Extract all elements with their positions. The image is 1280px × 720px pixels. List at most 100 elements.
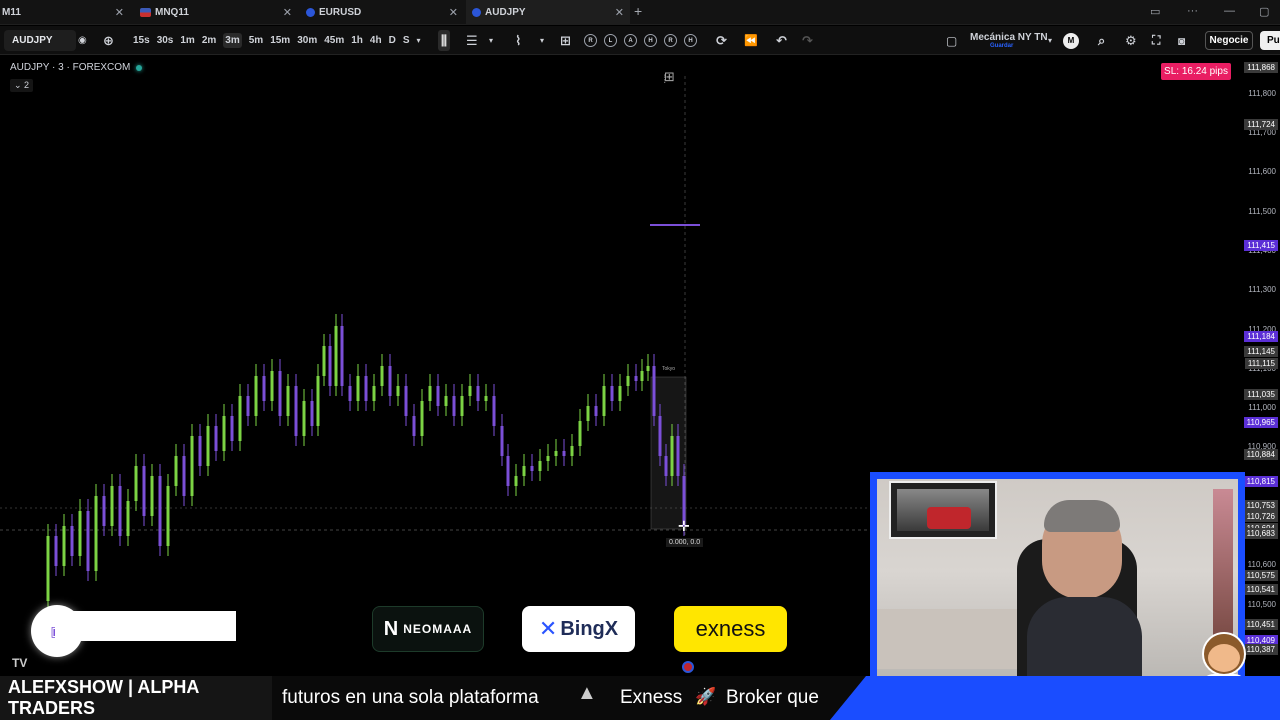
interval-5m[interactable]: 5m (249, 35, 263, 46)
chevron-down-icon[interactable]: ▾ (416, 36, 420, 45)
bear-candle (506, 456, 510, 486)
tab-m11[interactable]: M11 ✕ (0, 0, 130, 25)
interval-15s[interactable]: 15s (133, 35, 150, 46)
interval-1m[interactable]: 1m (180, 35, 194, 46)
price-label: 111,500 (1248, 206, 1276, 216)
publish-button[interactable]: Pu (1260, 31, 1280, 50)
tab-mnq11[interactable]: MNQ11 ✕ (134, 0, 298, 25)
replay-button-a[interactable]: A (624, 34, 637, 47)
price-tag: 110,726 (1243, 510, 1278, 522)
fullscreen-icon[interactable]: ⛶ (1152, 26, 1160, 55)
search-icon[interactable]: ⌕ (1098, 26, 1105, 55)
close-icon[interactable]: ✕ (283, 6, 292, 19)
bear-candle (102, 496, 106, 526)
chevron-down-icon[interactable]: ▾ (489, 26, 493, 55)
object-tree-icon[interactable]: ⊞ (664, 69, 675, 85)
interval-D[interactable]: D (389, 35, 396, 46)
bull-candle (46, 536, 50, 601)
ticker-text-2: Exness (620, 687, 683, 708)
undo-icon[interactable]: ↶ (776, 26, 787, 55)
layout-icon[interactable]: ▭ (1150, 5, 1160, 18)
bear-candle (328, 346, 332, 386)
templates-icon[interactable]: ⊞ (560, 26, 571, 55)
bull-candle (396, 386, 400, 396)
webcam-overlay (870, 472, 1245, 691)
interval-30m[interactable]: 30m (297, 35, 317, 46)
replay-button-l[interactable]: L (604, 34, 617, 47)
eye-icon[interactable]: ◉ (78, 26, 87, 55)
indicators-icon[interactable]: ⌇ (515, 26, 521, 55)
avatar[interactable]: M (1063, 26, 1079, 55)
bull-candle (554, 451, 558, 456)
chevron-down-icon[interactable]: ▾ (540, 26, 544, 55)
sponsor-neomaaa[interactable]: N NEOMAAA (372, 606, 484, 652)
bull-candle (322, 346, 326, 376)
tab-audjpy[interactable]: AUDJPY ✕ (466, 0, 630, 25)
tab-label: EURUSD (319, 7, 362, 18)
close-icon[interactable]: ✕ (115, 6, 124, 19)
layout-name[interactable]: Mecánica NY TN Guardar (970, 26, 1048, 55)
new-tab-icon[interactable]: + (634, 3, 642, 19)
bull-candle (206, 426, 210, 466)
chart-legend[interactable]: AUDJPY · 3 · FOREXCOM (10, 62, 143, 73)
session-box-label: Tokyo (662, 366, 676, 372)
symbol-search[interactable]: AUDJPY (4, 30, 76, 51)
plant (1213, 489, 1233, 639)
sponsor-exness[interactable]: exness (674, 606, 787, 652)
interval-45m[interactable]: 45m (324, 35, 344, 46)
bingx-logo-icon: ✕ (538, 616, 558, 641)
bear-candle (262, 376, 266, 401)
wall-picture (889, 481, 997, 539)
close-icon[interactable]: ✕ (615, 6, 624, 19)
more-icon[interactable]: ··· (1187, 5, 1198, 17)
price-tag: 110,815 (1243, 475, 1278, 487)
price-tag: 110,884 (1243, 448, 1278, 460)
bull-candle (270, 371, 274, 401)
tradingview-logo-icon[interactable]: TV (12, 656, 27, 670)
interval-3m[interactable]: 3m (223, 33, 242, 48)
camera-icon[interactable]: ◙ (1178, 26, 1185, 55)
sofa (877, 609, 1037, 669)
minimize-icon[interactable]: — (1224, 5, 1235, 17)
chart-type-icon[interactable]: ☰ (466, 26, 478, 55)
interval-1h[interactable]: 1h (351, 35, 363, 46)
maximize-icon[interactable]: ▢ (1259, 5, 1269, 18)
interval-30s[interactable]: 30s (157, 35, 174, 46)
trade-button[interactable]: Negocie (1205, 31, 1253, 50)
price-label: 111,000 (1248, 403, 1276, 413)
interval-15m[interactable]: 15m (270, 35, 290, 46)
bull-candle (460, 396, 464, 416)
bear-candle (452, 396, 456, 416)
interval-2m[interactable]: 2m (202, 35, 216, 46)
candles-icon[interactable]: ⫼ (438, 30, 450, 51)
ticker-text-1: futuros en una sola plataforma (282, 687, 539, 708)
replay-button-h[interactable]: H (684, 34, 697, 47)
bull-candle (670, 436, 674, 476)
gear-icon[interactable]: ⚙ (1125, 26, 1137, 55)
bear-candle (594, 406, 598, 416)
replay-icon[interactable]: ⏪ (744, 26, 758, 55)
interval-S[interactable]: S (403, 35, 410, 46)
bear-candle (562, 451, 566, 456)
replay-button-h[interactable]: H (644, 34, 657, 47)
price-tag: 111,035 (1244, 389, 1278, 401)
close-icon[interactable]: ✕ (449, 6, 458, 19)
bear-candle (388, 366, 392, 396)
replay-button-r[interactable]: R (664, 34, 677, 47)
legend-collapse-toggle[interactable]: ⌄ 2 (10, 79, 34, 92)
legend-title: AUDJPY · 3 · FOREXCOM (10, 62, 131, 73)
redo-icon[interactable]: ↷ (802, 26, 813, 55)
layout-square-icon[interactable]: ▢ (946, 26, 957, 55)
bear-candle (278, 371, 282, 416)
person-head (1042, 500, 1122, 599)
replay-button-r[interactable]: R (584, 34, 597, 47)
person-body (1027, 597, 1142, 684)
price-tag: 110,451 (1243, 618, 1278, 630)
sponsor-bingx[interactable]: ✕ BingX (522, 606, 635, 652)
price-tag: 111,184 (1244, 330, 1278, 342)
interval-4h[interactable]: 4h (370, 35, 382, 46)
chevron-down-icon[interactable]: ▾ (1048, 26, 1052, 55)
compare-add-icon[interactable]: ⊕ (103, 26, 114, 55)
alert-icon[interactable]: ⟳ (716, 26, 727, 55)
tab-eurusd[interactable]: EURUSD ✕ (300, 0, 464, 25)
